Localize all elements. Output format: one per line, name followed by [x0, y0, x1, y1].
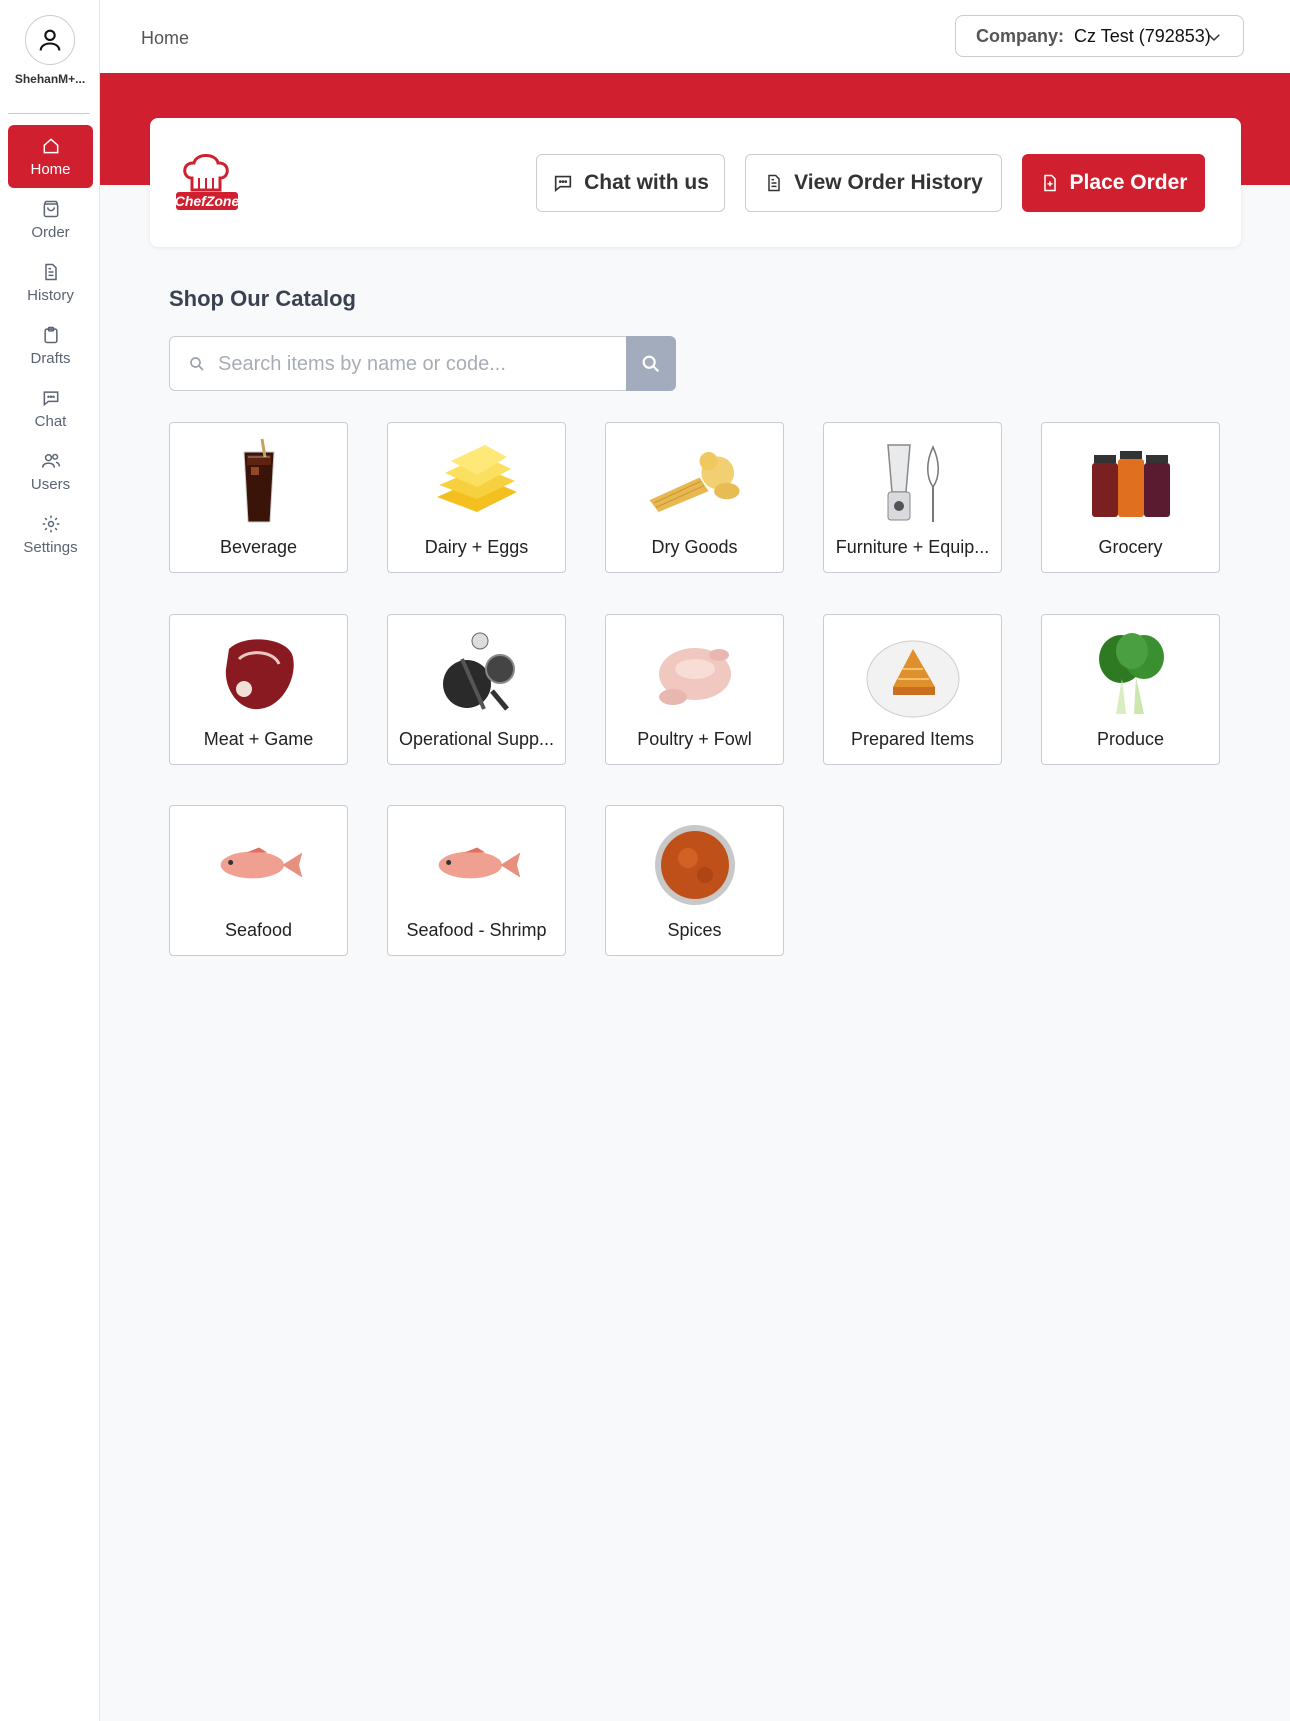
fish-icon	[427, 820, 527, 910]
view-order-history-button[interactable]: View Order History	[745, 154, 1002, 212]
bok-choy-icon	[1081, 629, 1181, 719]
company-value: Cz Test (792853)	[1074, 25, 1211, 46]
chat-icon	[554, 175, 572, 193]
category-tile-operational-supplies[interactable]: Operational Supp...	[387, 614, 566, 765]
add-document-icon	[1043, 174, 1056, 192]
catalog-title: Shop Our Catalog	[169, 286, 356, 311]
sidebar-item-label: Drafts	[30, 350, 71, 367]
category-label: Prepared Items	[850, 729, 975, 749]
sidebar-item-history[interactable]: History	[8, 251, 93, 314]
steak-icon	[209, 629, 309, 719]
category-label: Furniture + Equip...	[835, 537, 990, 557]
jars-icon	[1081, 437, 1181, 527]
category-tile-produce[interactable]: Produce	[1041, 614, 1220, 765]
category-label: Seafood - Shrimp	[406, 920, 547, 940]
search-box	[169, 336, 627, 391]
category-tile-dry-goods[interactable]: Dry Goods	[605, 422, 784, 573]
category-label: Seafood	[224, 920, 293, 940]
sidebar-item-label: History	[27, 287, 74, 304]
category-tile-seafood-shrimp[interactable]: Seafood - Shrimp	[387, 805, 566, 956]
sidebar-nav: Home Order History Drafts Chat Users Set…	[8, 125, 93, 566]
divider	[8, 113, 90, 114]
search-icon	[190, 357, 204, 371]
document-icon	[768, 174, 780, 192]
category-tile-dairy-eggs[interactable]: Dairy + Eggs	[387, 422, 566, 573]
chevron-down-icon	[1208, 34, 1220, 42]
category-label: Spices	[667, 920, 722, 940]
category-tile-grocery[interactable]: Grocery	[1041, 422, 1220, 573]
fish-icon	[209, 820, 309, 910]
sidebar-item-order[interactable]: Order	[8, 188, 93, 251]
pasta-icon	[645, 437, 745, 527]
sidebar-item-home[interactable]: Home	[8, 125, 93, 188]
chat-icon	[40, 387, 62, 409]
sidebar-item-label: Home	[30, 161, 71, 178]
beverage-icon	[209, 437, 309, 527]
gear-icon	[40, 513, 62, 535]
users-icon	[40, 450, 62, 472]
cheese-icon	[427, 437, 527, 527]
category-tile-meat-game[interactable]: Meat + Game	[169, 614, 348, 765]
chat-button[interactable]: Chat with us	[536, 154, 725, 212]
category-tile-spices[interactable]: Spices	[605, 805, 784, 956]
company-label: Company:	[976, 25, 1065, 46]
logo-text: ChefZone	[175, 193, 240, 209]
sidebar: ShehanM+... Home Order History Drafts Ch…	[0, 0, 100, 1721]
user-name: ShehanM+...	[14, 72, 86, 86]
spice-bowl-icon	[645, 820, 745, 910]
category-label: Operational Supp...	[398, 729, 555, 749]
sidebar-item-label: Settings	[23, 539, 78, 556]
category-tile-seafood[interactable]: Seafood	[169, 805, 348, 956]
category-label: Poultry + Fowl	[637, 729, 752, 749]
user-icon	[39, 29, 61, 51]
document-icon	[40, 261, 62, 283]
category-tile-beverage[interactable]: Beverage	[169, 422, 348, 573]
sidebar-item-label: Users	[30, 476, 71, 493]
view-order-history-label: View Order History	[794, 171, 983, 194]
blender-icon	[863, 437, 963, 527]
pie-icon	[863, 629, 963, 719]
company-select[interactable]: Company: Cz Test (792853)	[955, 15, 1244, 57]
category-label: Produce	[1096, 729, 1165, 749]
header-card: ChefZone Chat with us View Order History…	[150, 118, 1241, 247]
breadcrumb: Home	[141, 28, 190, 48]
category-label: Meat + Game	[203, 729, 314, 749]
sidebar-item-users[interactable]: Users	[8, 440, 93, 503]
category-tile-prepared-items[interactable]: Prepared Items	[823, 614, 1002, 765]
search-button[interactable]	[626, 336, 676, 391]
category-label: Dairy + Eggs	[424, 537, 529, 557]
category-label: Beverage	[219, 537, 298, 557]
category-label: Dry Goods	[651, 537, 738, 557]
clipboard-icon	[40, 324, 62, 346]
home-icon	[40, 135, 62, 157]
cookware-icon	[427, 629, 527, 719]
avatar[interactable]	[25, 15, 75, 65]
sidebar-item-settings[interactable]: Settings	[8, 503, 93, 566]
chat-button-label: Chat with us	[584, 171, 709, 194]
chefzone-logo[interactable]: ChefZone	[172, 148, 242, 218]
top-bar: Home Company: Cz Test (792853)	[100, 0, 1290, 73]
category-tile-furniture-equip[interactable]: Furniture + Equip...	[823, 422, 1002, 573]
sidebar-item-chat[interactable]: Chat	[8, 377, 93, 440]
search-icon	[642, 355, 660, 372]
search-input[interactable]	[218, 347, 613, 381]
place-order-button[interactable]: Place Order	[1022, 154, 1205, 212]
chicken-icon	[645, 629, 745, 719]
sidebar-item-drafts[interactable]: Drafts	[8, 314, 93, 377]
category-tile-poultry-fowl[interactable]: Poultry + Fowl	[605, 614, 784, 765]
category-label: Grocery	[1098, 537, 1163, 557]
bag-icon	[40, 198, 62, 220]
sidebar-item-label: Order	[31, 224, 70, 241]
place-order-label: Place Order	[1069, 171, 1188, 194]
sidebar-item-label: Chat	[34, 413, 67, 430]
